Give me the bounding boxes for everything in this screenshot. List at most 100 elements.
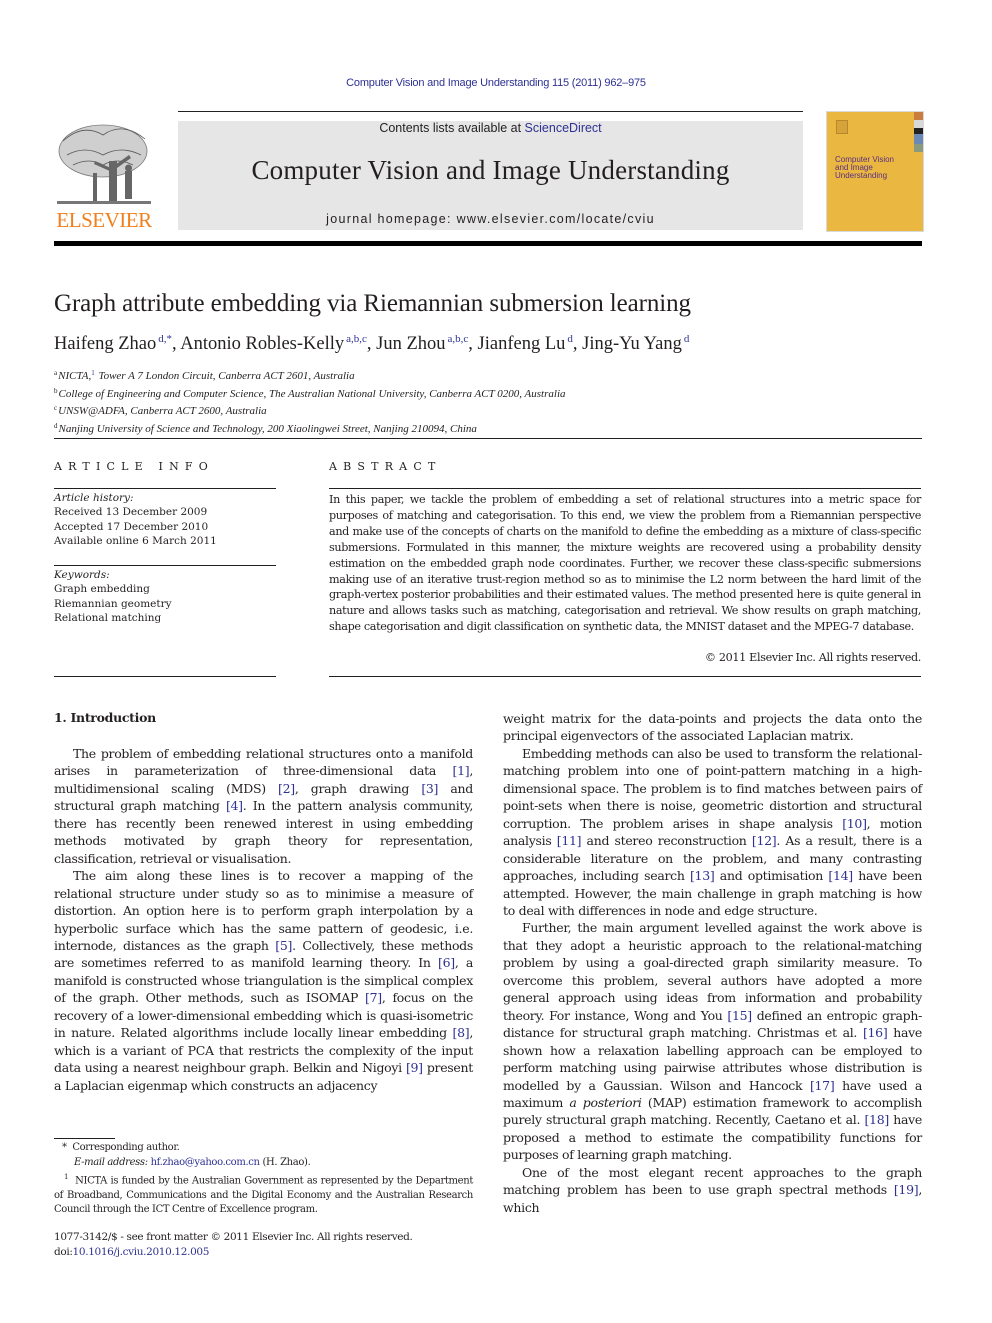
affiliation-text: NICTA, bbox=[58, 370, 92, 382]
corresponding-mark: * bbox=[62, 1142, 67, 1153]
author-affil-marks[interactable]: d bbox=[684, 333, 690, 345]
article-title: Graph attribute embedding via Riemannian… bbox=[54, 290, 691, 317]
abstract-bottom-rule bbox=[329, 676, 921, 677]
citation-link[interactable]: [14] bbox=[828, 868, 853, 883]
email-link[interactable]: hf.zhao@yahoo.com.cn bbox=[151, 1157, 260, 1168]
article-info-heading: ARTICLE INFO bbox=[54, 460, 214, 473]
doi-line: doi:10.1016/j.cviu.2010.12.005 bbox=[54, 1245, 413, 1260]
journal-homepage: journal homepage: www.elsevier.com/locat… bbox=[178, 212, 803, 226]
affiliation-text: Nanjing University of Science and Techno… bbox=[58, 422, 477, 435]
cover-title: Computer Vision and Image Understanding bbox=[835, 156, 919, 180]
footnote-email: E-mail address: hf.zhao@yahoo.com.cn (H.… bbox=[54, 1156, 473, 1171]
keywords: Keywords: Graph embedding Riemannian geo… bbox=[54, 568, 172, 625]
corresponding-text: Corresponding author. bbox=[72, 1142, 180, 1153]
header-thick-rule bbox=[54, 241, 922, 246]
running-head[interactable]: Computer Vision and Image Understanding … bbox=[0, 77, 992, 89]
citation-link[interactable]: [13] bbox=[690, 868, 715, 883]
homepage-link[interactable]: www.elsevier.com/locate/cviu bbox=[457, 212, 655, 226]
doi-prefix: doi: bbox=[54, 1245, 73, 1258]
author-affil-marks[interactable]: d bbox=[567, 333, 573, 345]
journal-banner: Contents lists available at ScienceDirec… bbox=[178, 121, 803, 230]
paragraph: One of the most elegant recent approache… bbox=[503, 1164, 922, 1215]
citation-link[interactable]: [4] bbox=[226, 798, 243, 813]
paragraph: Embedding methods can also be used to tr… bbox=[503, 745, 922, 918]
paragraph: The problem of embedding relational stru… bbox=[54, 746, 474, 866]
author-name[interactable]: Jing-Yu Yang bbox=[582, 334, 682, 354]
article-history: Article history: Received 13 December 20… bbox=[54, 491, 217, 548]
citation-link[interactable]: [11] bbox=[557, 833, 582, 848]
citation-link[interactable]: [6] bbox=[438, 955, 455, 970]
keywords-label: Keywords: bbox=[54, 569, 110, 581]
body-column-right: weight matrix for the data-points and pr… bbox=[503, 710, 922, 1216]
elsevier-wordmark: ELSEVIER bbox=[56, 208, 152, 232]
affiliation-item: aNICTA,1 Tower A 7 London Circuit, Canbe… bbox=[54, 366, 566, 384]
author-name[interactable]: Jianfeng Lu bbox=[478, 334, 566, 354]
keyword-item: Graph embedding bbox=[54, 583, 150, 596]
citation-link[interactable]: [10] bbox=[842, 816, 867, 831]
affiliation-text: Tower A 7 London Circuit, Canberra ACT 2… bbox=[95, 370, 355, 382]
body-column-left: The problem of embedding relational stru… bbox=[54, 745, 473, 1094]
affiliation-item: dNanjing University of Science and Techn… bbox=[54, 419, 566, 437]
cover-elsevier-badge-icon bbox=[836, 120, 848, 134]
author-name[interactable]: Antonio Robles-Kelly bbox=[180, 334, 344, 354]
paragraph: The aim along these lines is to recover … bbox=[54, 868, 473, 1093]
article-history-label: Article history: bbox=[54, 492, 134, 504]
citation-link[interactable]: [5] bbox=[275, 938, 292, 953]
history-item: Received 13 December 2009 bbox=[54, 506, 208, 519]
contents-line: Contents lists available at ScienceDirec… bbox=[178, 121, 803, 135]
citation-link[interactable]: [12] bbox=[752, 833, 777, 848]
paragraph: Further, the main argument levelled agai… bbox=[503, 920, 923, 1163]
doi-link[interactable]: 10.1016/j.cviu.2010.12.005 bbox=[73, 1246, 210, 1258]
abstract-rule bbox=[329, 488, 921, 489]
author-name[interactable]: Jun Zhou bbox=[376, 334, 445, 354]
issn-line: 1077-3142/$ - see front matter © 2011 El… bbox=[54, 1231, 413, 1243]
citation-link[interactable]: [18] bbox=[864, 1112, 889, 1127]
paragraph: weight matrix for the data-points and pr… bbox=[503, 711, 922, 744]
keyword-item: Riemannian geometry bbox=[54, 597, 172, 610]
journal-cover-thumbnail[interactable]: Computer Vision and Image Understanding bbox=[826, 111, 924, 232]
elsevier-logo[interactable]: ELSEVIER bbox=[53, 121, 155, 233]
sciencedirect-link[interactable]: ScienceDirect bbox=[525, 121, 602, 135]
cover-title-line: Understanding bbox=[835, 171, 888, 180]
affiliation-mark: c bbox=[54, 404, 58, 412]
affiliation-text: College of Engineering and Computer Scie… bbox=[58, 387, 566, 400]
front-matter: 1077-3142/$ - see front matter © 2011 El… bbox=[54, 1230, 413, 1259]
citation-link[interactable]: [9] bbox=[406, 1060, 423, 1075]
abstract-heading: ABSTRACT bbox=[329, 460, 442, 473]
affiliations-rule bbox=[54, 438, 922, 439]
author-name[interactable]: Haifeng Zhao bbox=[54, 334, 156, 354]
footnotes: * Corresponding author. E-mail address: … bbox=[54, 1141, 473, 1218]
affiliation-mark: b bbox=[54, 386, 58, 395]
citation-link[interactable]: [17] bbox=[810, 1078, 835, 1093]
footnote-rule bbox=[54, 1138, 115, 1139]
article-info-bottom-rule bbox=[54, 676, 276, 677]
footnote-1-mark: 1 bbox=[64, 1173, 69, 1181]
homepage-prefix: journal homepage: bbox=[326, 212, 457, 226]
affiliations: aNICTA,1 Tower A 7 London Circuit, Canbe… bbox=[54, 366, 566, 436]
author-affil-marks[interactable]: d,* bbox=[158, 333, 172, 345]
author-affil-marks[interactable]: a,b,c bbox=[346, 333, 367, 345]
cover-image-strip bbox=[914, 112, 923, 152]
citation-link[interactable]: [19] bbox=[894, 1182, 919, 1197]
citation-link[interactable]: [16] bbox=[863, 1025, 888, 1040]
journal-title: Computer Vision and Image Understanding bbox=[251, 155, 730, 185]
email-label: E-mail address: bbox=[74, 1156, 148, 1168]
footnote-1-text: NICTA is funded by the Australian Govern… bbox=[54, 1175, 473, 1216]
footnote-link[interactable]: 1 bbox=[91, 369, 95, 377]
keyword-item: Relational matching bbox=[54, 611, 162, 624]
affiliation-item: bCollege of Engineering and Computer Sci… bbox=[54, 384, 566, 402]
elsevier-tree-icon bbox=[57, 124, 151, 204]
citation-link[interactable]: [2] bbox=[278, 781, 295, 796]
citation-link[interactable]: [1] bbox=[453, 763, 470, 778]
citation-link[interactable]: [7] bbox=[365, 990, 382, 1005]
section-heading-introduction: 1. Introduction bbox=[54, 710, 156, 725]
footnote-corresponding: * Corresponding author. bbox=[54, 1141, 473, 1156]
citation-link[interactable]: [8] bbox=[453, 1025, 470, 1040]
article-info-rule bbox=[54, 488, 276, 489]
abstract-copyright: © 2011 Elsevier Inc. All rights reserved… bbox=[704, 651, 922, 664]
author-list: Haifeng Zhao d,*, Antonio Robles-Kelly a,b… bbox=[54, 333, 690, 354]
citation-link[interactable]: [15] bbox=[727, 1008, 752, 1023]
author-affil-marks[interactable]: a,b,c bbox=[448, 333, 469, 345]
affiliation-text: UNSW@ADFA, Canberra ACT 2600, Australia bbox=[58, 405, 267, 417]
citation-link[interactable]: [3] bbox=[421, 781, 438, 796]
